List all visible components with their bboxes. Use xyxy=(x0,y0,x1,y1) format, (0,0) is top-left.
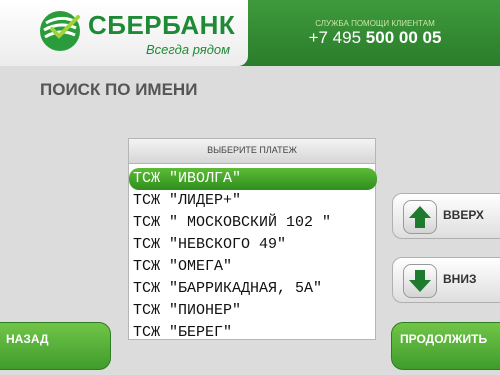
scroll-down-button[interactable]: ВНИЗ xyxy=(392,257,500,303)
continue-label: ПРОДОЛЖИТЬ xyxy=(400,332,488,346)
back-button[interactable]: НАЗАД xyxy=(0,322,111,370)
scroll-up-button[interactable]: ВВЕРХ xyxy=(392,193,500,239)
brand-slogan: Всегда рядом xyxy=(146,42,231,57)
list-item[interactable]: ТСЖ "БЕРЕГ" xyxy=(129,322,375,344)
page-title: ПОИСК ПО ИМЕНИ xyxy=(40,80,198,99)
arrow-up-icon xyxy=(403,200,437,234)
brand-name: СБЕРБАНК xyxy=(88,10,236,40)
list-item[interactable]: ТСЖ "ИВОЛГА" xyxy=(129,168,377,190)
helpline-title: СЛУЖБА ПОМОЩИ КЛИЕНТАМ xyxy=(315,19,435,28)
logo-box: СБЕРБАНК Всегда рядом xyxy=(0,0,248,66)
list-item[interactable]: ТСЖ "ОМЕГА" xyxy=(129,256,375,278)
sberbank-logo-icon xyxy=(40,11,80,51)
payment-list: ВЫБЕРИТЕ ПЛАТЕЖ ТСЖ "ИВОЛГА" ТСЖ "ЛИДЕР+… xyxy=(128,138,377,341)
phone-prefix: +7 495 xyxy=(308,28,366,47)
list-item[interactable]: ТСЖ "ЛИДЕР+" xyxy=(129,190,375,212)
helpline-phone: +7 495 500 00 05 xyxy=(300,28,450,48)
back-label: НАЗАД xyxy=(6,332,49,346)
continue-button[interactable]: ПРОДОЛЖИТЬ xyxy=(391,322,500,370)
list-item[interactable]: ТСЖ "ПИОНЕР" xyxy=(129,300,375,322)
list-item[interactable]: ТСЖ "НЕВСКОГО 49" xyxy=(129,234,375,256)
arrow-down-icon xyxy=(403,264,437,298)
scroll-down-label: ВНИЗ xyxy=(443,272,477,286)
list-header: ВЫБЕРИТЕ ПЛАТЕЖ xyxy=(129,139,375,164)
list-items: ТСЖ "ИВОЛГА" ТСЖ "ЛИДЕР+" ТСЖ " МОСКОВСК… xyxy=(129,164,377,344)
phone-number: 500 00 05 xyxy=(365,28,442,47)
header: СБЕРБАНК Всегда рядом СЛУЖБА ПОМОЩИ КЛИЕ… xyxy=(0,0,500,66)
scroll-up-label: ВВЕРХ xyxy=(443,208,484,222)
list-item[interactable]: ТСЖ " МОСКОВСКИЙ 102 " xyxy=(129,212,375,234)
list-item[interactable]: ТСЖ "БАРРИКАДНАЯ, 5А" xyxy=(129,278,375,300)
